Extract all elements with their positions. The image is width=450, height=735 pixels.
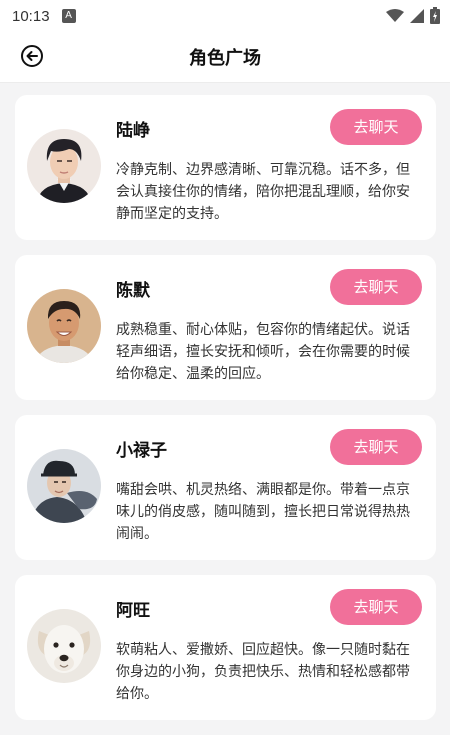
character-card[interactable]: 小禄子 去聊天 嘴甜会哄、机灵热络、满眼都是你。带着一点京味儿的俏皮感，随叫随到… — [15, 415, 436, 560]
character-card[interactable]: 陆峥 去聊天 冷静克制、边界感清晰、可靠沉稳。话不多，但会认真接住你的情绪，陪你… — [15, 95, 436, 240]
character-name: 阿旺 — [116, 601, 150, 621]
page-title: 角色广场 — [189, 48, 261, 69]
status-bar: 10:13 A — [0, 0, 450, 32]
chat-button[interactable]: 去聊天 — [330, 109, 422, 145]
chat-button[interactable]: 去聊天 — [330, 429, 422, 465]
character-card[interactable]: 陈默 去聊天 成熟稳重、耐心体贴，包容你的情绪起伏。说话轻声细语，擅长安抚和倾听… — [15, 255, 436, 400]
avatar — [27, 449, 101, 523]
character-description: 成熟稳重、耐心体贴，包容你的情绪起伏。说话轻声细语，擅长安抚和倾听，会在你需要的… — [116, 322, 410, 382]
avatar — [27, 129, 101, 203]
status-icons — [386, 7, 440, 24]
avatar — [27, 609, 101, 683]
signal-icon — [410, 8, 424, 23]
status-time: 10:13 — [12, 7, 50, 25]
character-list: 陆峥 去聊天 冷静克制、边界感清晰、可靠沉稳。话不多，但会认真接住你的情绪，陪你… — [15, 95, 436, 735]
battery-charging-icon — [430, 7, 440, 24]
man-portrait-dark-hair-image — [27, 129, 101, 203]
character-card[interactable]: 阿旺 去聊天 软萌粘人、爱撒娇、回应超快。像一只随时黏在你身边的小狗，负责把快乐… — [15, 575, 436, 720]
character-description: 软萌粘人、爱撒娇、回应超快。像一只随时黏在你身边的小狗，负责把快乐、热情和轻松感… — [116, 642, 410, 702]
character-name: 陆峥 — [116, 121, 150, 141]
character-name: 小禄子 — [116, 441, 167, 461]
character-description: 冷静克制、边界感清晰、可靠沉稳。话不多，但会认真接住你的情绪，陪你把混乱理顺，给… — [116, 162, 410, 222]
man-portrait-smiling-image — [27, 289, 101, 363]
chat-button[interactable]: 去聊天 — [330, 589, 422, 625]
character-name: 陈默 — [116, 281, 150, 301]
white-dog-portrait-image — [27, 609, 101, 683]
avatar — [27, 289, 101, 363]
notification-app-icon: A — [61, 9, 76, 23]
man-portrait-qing-costume-image — [27, 449, 101, 523]
character-description: 嘴甜会哄、机灵热络、满眼都是你。带着一点京味儿的俏皮感，随叫随到，擅长把日常说得… — [116, 482, 410, 542]
chat-button[interactable]: 去聊天 — [330, 269, 422, 305]
app-header: 角色广场 — [0, 32, 450, 83]
wifi-icon — [386, 8, 404, 22]
